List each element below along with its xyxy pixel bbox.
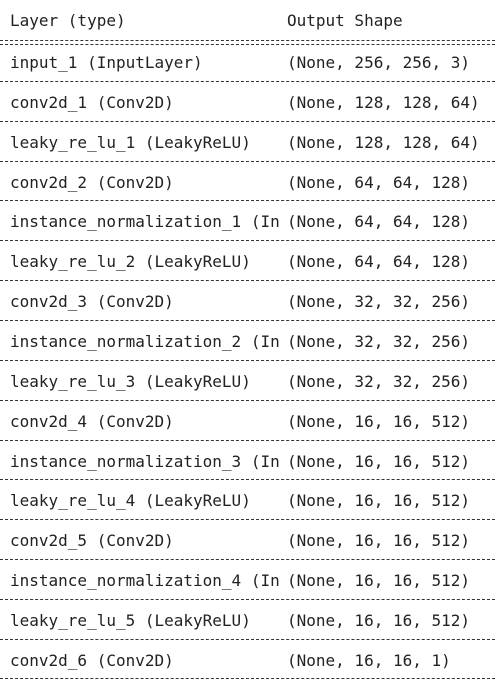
layer-name-cell: leaky_re_lu_2 (LeakyReLU)	[10, 252, 251, 272]
output-shape-cell: (None, 16, 16, 512)	[287, 411, 471, 431]
layer-name-cell: conv2d_4 (Conv2D)	[10, 411, 174, 431]
model-summary-table: Layer (type) Output Shape input_1 (Input…	[0, 0, 495, 680]
output-shape-cell: (None, 128, 128, 64)	[287, 132, 480, 152]
table-row: conv2d_3 (Conv2D) (None, 32, 32, 256)	[0, 281, 495, 321]
output-shape-cell: (None, 32, 32, 256)	[287, 371, 471, 391]
layer-name-cell: conv2d_3 (Conv2D)	[10, 292, 174, 312]
layer-type-column-header: Layer (type)	[10, 11, 126, 30]
layer-name-cell: conv2d_1 (Conv2D)	[10, 92, 174, 112]
table-row: leaky_re_lu_1 (LeakyReLU) (None, 128, 128…	[0, 122, 495, 162]
table-row: conv2d_5 (Conv2D) (None, 16, 16, 512)	[0, 520, 495, 560]
table-row: conv2d_1 (Conv2D) (None, 128, 128, 64)	[0, 82, 495, 122]
table-row: leaky_re_lu_2 (LeakyReLU) (None, 64, 64, …	[0, 241, 495, 281]
output-shape-cell: (None, 16, 16, 512)	[287, 451, 471, 471]
output-shape-cell: (None, 256, 256, 3)	[287, 53, 471, 72]
layer-name-cell: instance_normalization_3 (In	[10, 451, 280, 471]
layer-name-cell: leaky_re_lu_1 (LeakyReLU)	[10, 132, 251, 152]
table-row: conv2d_4 (Conv2D) (None, 16, 16, 512)	[0, 401, 495, 441]
output-shape-cell: (None, 128, 128, 64)	[287, 92, 480, 112]
layer-name-cell: input_1 (InputLayer)	[10, 53, 203, 72]
output-shape-cell: (None, 16, 16, 1)	[287, 650, 451, 670]
layer-name-cell: leaky_re_lu_5 (LeakyReLU)	[10, 610, 251, 630]
table-row: instance_normalization_2 (In (None, 32, 3…	[0, 321, 495, 361]
layer-name-cell: leaky_re_lu_4 (LeakyReLU)	[10, 491, 251, 511]
output-shape-cell: (None, 16, 16, 512)	[287, 571, 471, 591]
layer-name-cell: instance_normalization_4 (In	[10, 571, 280, 591]
output-shape-cell: (None, 64, 64, 128)	[287, 172, 471, 192]
table-row: instance_normalization_3 (In (None, 16, 1…	[0, 441, 495, 481]
output-shape-cell: (None, 16, 16, 512)	[287, 531, 471, 551]
layer-name-cell: conv2d_2 (Conv2D)	[10, 172, 174, 192]
output-shape-cell: (None, 16, 16, 512)	[287, 610, 471, 630]
output-shape-cell: (None, 32, 32, 256)	[287, 331, 471, 351]
layer-name-cell: instance_normalization_1 (In	[10, 212, 280, 232]
table-header: Layer (type) Output Shape	[0, 0, 495, 40]
table-row: conv2d_2 (Conv2D) (None, 64, 64, 128)	[0, 162, 495, 202]
layer-name-cell: leaky_re_lu_3 (LeakyReLU)	[10, 371, 251, 391]
output-shape-cell: (None, 16, 16, 512)	[287, 491, 471, 511]
layer-name-cell: instance_normalization_2 (In	[10, 331, 280, 351]
output-shape-cell: (None, 64, 64, 128)	[287, 212, 471, 232]
table-row: leaky_re_lu_5 (LeakyReLU) (None, 16, 16, …	[0, 600, 495, 640]
table-row: leaky_re_lu_3 (LeakyReLU) (None, 32, 32, …	[0, 361, 495, 401]
table-row: instance_normalization_1 (In (None, 64, 6…	[0, 201, 495, 241]
table-row: leaky_re_lu_4 (LeakyReLU) (None, 16, 16, …	[0, 480, 495, 520]
table-row: conv2d_6 (Conv2D) (None, 16, 16, 1)	[0, 640, 495, 680]
layer-name-cell: conv2d_6 (Conv2D)	[10, 650, 174, 670]
table-bottom-separator	[0, 677, 495, 679]
output-shape-cell: (None, 64, 64, 128)	[287, 252, 471, 272]
output-shape-column-header: Output Shape	[287, 11, 403, 30]
table-row: instance_normalization_4 (In (None, 16, 1…	[0, 560, 495, 600]
layer-name-cell: conv2d_5 (Conv2D)	[10, 531, 174, 551]
table-row: input_1 (InputLayer) (None, 256, 256, 3)	[0, 42, 495, 82]
header-separator-top	[0, 40, 495, 41]
output-shape-cell: (None, 32, 32, 256)	[287, 292, 471, 312]
